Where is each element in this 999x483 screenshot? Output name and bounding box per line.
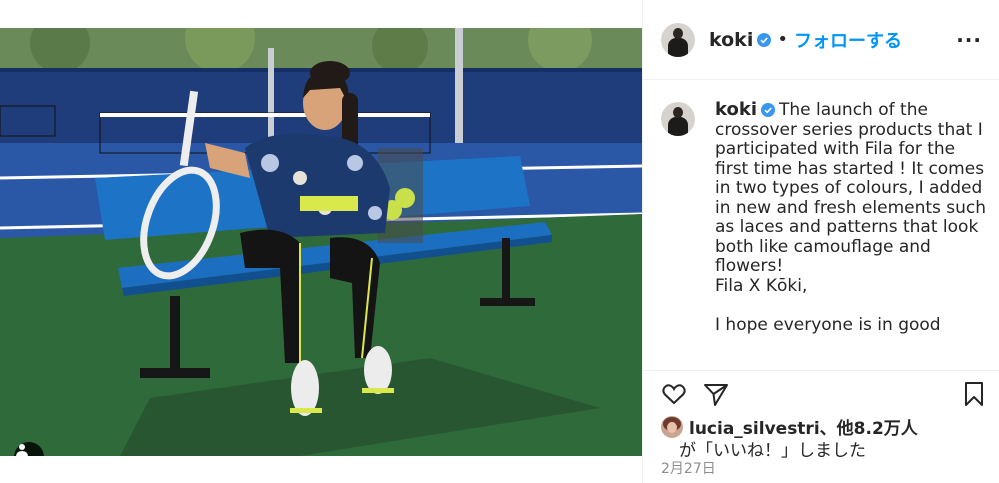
caption-username[interactable]: koki: [715, 99, 757, 120]
paper-plane-icon[interactable]: [703, 381, 729, 407]
heart-icon[interactable]: [661, 381, 687, 407]
user-tag-icon: [16, 444, 28, 456]
bookmark-icon[interactable]: [961, 381, 987, 407]
caption-avatar[interactable]: [661, 102, 695, 136]
post-side-panel: koki • フォローする ··· koki The launch of the …: [642, 0, 999, 483]
verified-badge-icon: [761, 103, 775, 117]
separator-dot: •: [777, 29, 788, 50]
caption-body: The launch of the crossover series produ…: [715, 100, 987, 335]
more-options-button[interactable]: ···: [956, 28, 982, 52]
post-header: koki • フォローする ···: [643, 0, 999, 80]
author-avatar[interactable]: [661, 22, 695, 57]
verified-badge-icon: [757, 32, 772, 47]
author-username[interactable]: koki: [709, 29, 753, 51]
post-photo[interactable]: [0, 28, 642, 456]
liker-avatar[interactable]: [661, 416, 683, 438]
action-bar: [643, 370, 999, 420]
caption-area: koki The launch of the crossover series p…: [643, 80, 999, 370]
follow-button[interactable]: フォローする: [794, 27, 902, 53]
top-strip: [0, 0, 642, 28]
caption-text: koki The launch of the crossover series p…: [715, 100, 991, 335]
post-date[interactable]: 2月27日: [661, 458, 716, 478]
photo-illustration: [0, 28, 642, 456]
